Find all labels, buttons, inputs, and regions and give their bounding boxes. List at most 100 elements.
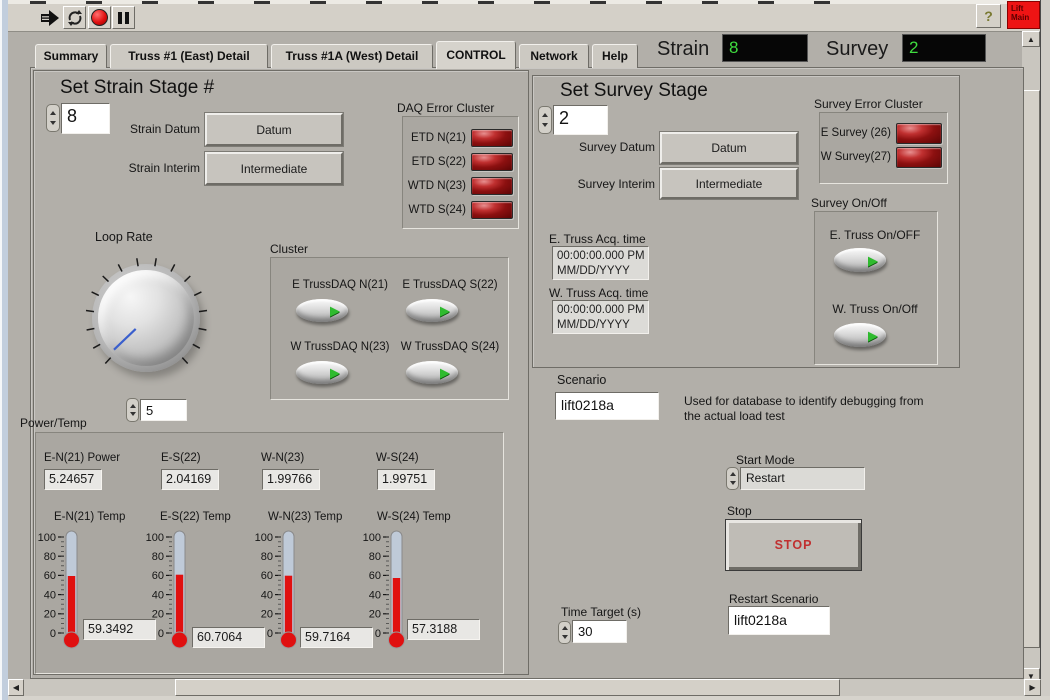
survey-error-cluster-label: Survey Error Cluster xyxy=(814,97,923,111)
restart-scenario-input[interactable]: lift0218a xyxy=(728,606,830,635)
survey-error-label: W Survey(27) xyxy=(821,151,891,163)
temp-label: E-S(22) Temp xyxy=(160,511,231,523)
scroll-up-button[interactable]: ▲ xyxy=(1022,31,1040,47)
strain-stage-display: 8 xyxy=(722,34,808,62)
survey-error-led-indicator xyxy=(896,147,942,168)
switch-e-trussdaq-s-22[interactable]: ▶ xyxy=(406,299,458,322)
tab-summary[interactable]: Summary xyxy=(35,44,107,68)
svg-text:0: 0 xyxy=(267,628,273,640)
increment-icon[interactable] xyxy=(542,113,548,117)
e-truss-acq-time-label: E. Truss Acq. time xyxy=(549,232,646,246)
daq-error-cluster: ETD N(21)ETD S(22)WTD N(23)WTD S(24) xyxy=(402,116,519,229)
cluster-item-label: W TrussDAQ S(24) xyxy=(391,341,509,353)
survey-datum-button[interactable]: Datum xyxy=(660,132,798,164)
svg-text:20: 20 xyxy=(152,609,164,621)
window-right-edge xyxy=(1040,0,1050,700)
restart-scenario-label: Restart Scenario xyxy=(729,592,818,606)
svg-text:20: 20 xyxy=(44,609,56,621)
tab-truss-1a-west-detail[interactable]: Truss #1A (West) Detail xyxy=(271,44,433,68)
w-truss-acq-time-label: W. Truss Acq. time xyxy=(549,286,648,300)
daq-error-led-indicator xyxy=(471,177,513,195)
power-label: E-S(22) xyxy=(161,452,201,464)
decrement-icon[interactable] xyxy=(730,481,736,485)
increment-icon[interactable] xyxy=(730,472,736,476)
start-mode-spinner[interactable] xyxy=(726,467,739,490)
power-value-display: 1.99766 xyxy=(262,469,320,490)
tab-help[interactable]: Help xyxy=(592,44,638,68)
increment-icon[interactable] xyxy=(562,626,568,630)
increment-icon[interactable] xyxy=(50,111,56,115)
pause-button[interactable] xyxy=(112,6,135,29)
svg-text:80: 80 xyxy=(44,551,56,563)
tab-truss-1-east-detail[interactable]: Truss #1 (East) Detail xyxy=(110,44,268,68)
decrement-icon[interactable] xyxy=(130,412,136,416)
survey-on-off-label: Survey On/Off xyxy=(811,196,887,210)
loop-rate-knob[interactable] xyxy=(98,270,194,366)
switch-w-trussdaq-n-23[interactable]: ▶ xyxy=(296,361,348,384)
svg-text:80: 80 xyxy=(152,551,164,563)
vertical-scroll-thumb[interactable] xyxy=(1022,90,1040,648)
vertical-scrollbar: ▲ ▼ xyxy=(1022,31,1040,684)
daq-error-row: WTD S(24) xyxy=(403,198,518,222)
survey-panel-title: Set Survey Stage xyxy=(560,80,708,102)
survey-interim-button[interactable]: Intermediate xyxy=(660,168,798,199)
decrement-icon[interactable] xyxy=(562,635,568,639)
stop-button[interactable]: STOP xyxy=(725,519,862,571)
acq-time-value: 00:00:00.000 PM xyxy=(557,249,648,264)
survey-stage-input[interactable]: 2 xyxy=(553,105,608,135)
scroll-right-button[interactable]: ▶ xyxy=(1024,679,1041,696)
scroll-left-button[interactable]: ◀ xyxy=(8,679,24,696)
svg-text:80: 80 xyxy=(369,551,381,563)
acq-date-value: MM/DD/YYYY xyxy=(557,264,648,279)
decrement-icon[interactable] xyxy=(50,121,56,125)
strain-datum-button[interactable]: Datum xyxy=(205,113,343,146)
start-mode-select[interactable]: Restart xyxy=(740,467,865,490)
survey-stage-spinner[interactable] xyxy=(538,106,552,134)
time-target-label: Time Target (s) xyxy=(561,605,641,619)
acq-time-value: 00:00:00.000 PM xyxy=(557,303,648,318)
strain-interim-button[interactable]: Intermediate xyxy=(205,152,343,185)
run-arrow-icon xyxy=(40,9,60,27)
strain-panel-title: Set Strain Stage # xyxy=(60,77,214,99)
pause-icon xyxy=(118,12,129,24)
time-target-input[interactable]: 30 xyxy=(572,620,627,643)
svg-text:100: 100 xyxy=(38,532,56,544)
run-button[interactable] xyxy=(38,6,61,29)
strain-stage-input[interactable]: 8 xyxy=(61,103,110,134)
survey-header-label: Survey xyxy=(826,38,888,61)
power-label: W-N(23) xyxy=(261,452,304,464)
desktop-edge-strip xyxy=(0,0,8,700)
svg-text:60: 60 xyxy=(369,570,381,582)
daq-error-row: ETD N(21) xyxy=(403,126,518,150)
toolbar xyxy=(8,4,1050,32)
power-value-display: 5.24657 xyxy=(44,469,102,490)
decrement-icon[interactable] xyxy=(542,123,548,127)
tab-control[interactable]: CONTROL xyxy=(436,41,516,69)
strain-stage-spinner[interactable] xyxy=(46,104,60,132)
scenario-input[interactable]: lift0218a xyxy=(555,392,659,420)
corner-window-label[interactable]: Lift Main xyxy=(1007,1,1040,29)
stop-button-text: STOP xyxy=(775,538,813,552)
help-button[interactable]: ? xyxy=(976,4,1001,28)
run-continuously-button[interactable] xyxy=(63,6,86,29)
switch-w-truss-on-off[interactable]: ▶ xyxy=(834,323,886,347)
daq-error-row: ETD S(22) xyxy=(403,150,518,174)
tab-network[interactable]: Network xyxy=(519,44,589,68)
increment-icon[interactable] xyxy=(130,404,136,408)
loop-rate-input[interactable]: 5 xyxy=(140,399,187,421)
abort-button[interactable] xyxy=(88,6,111,29)
continuous-run-icon xyxy=(66,9,84,27)
horizontal-scroll-thumb[interactable] xyxy=(175,679,840,696)
switch-e-trussdaq-n-21[interactable]: ▶ xyxy=(296,299,348,322)
switch-e-truss-on-off[interactable]: ▶ xyxy=(834,248,886,272)
daq-error-label: ETD N(21) xyxy=(411,132,466,144)
time-target-spinner[interactable] xyxy=(558,621,571,644)
strain-interim-label: Strain Interim xyxy=(120,161,200,175)
svg-text:100: 100 xyxy=(363,532,381,544)
loop-rate-spinner[interactable] xyxy=(126,398,139,422)
switch-arrow-icon: ▶ xyxy=(868,329,878,342)
abort-icon xyxy=(91,9,108,26)
switch-w-trussdaq-s-24[interactable]: ▶ xyxy=(406,361,458,384)
survey-error-label: E Survey (26) xyxy=(821,127,891,139)
survey-error-row: W Survey(27) xyxy=(820,145,947,169)
